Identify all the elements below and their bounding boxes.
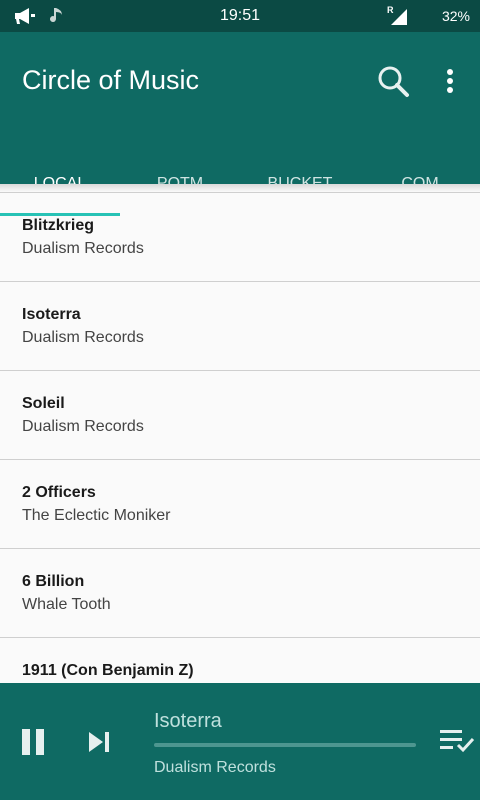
track-artist: Whale Tooth — [22, 596, 111, 613]
track-title: 2 Officers — [22, 484, 96, 501]
now-playing-bar: Isoterra Dualism Records — [0, 683, 480, 800]
track-title: Blitzkrieg — [22, 217, 95, 234]
queue-icon — [440, 730, 475, 753]
skip-next-button[interactable] — [86, 729, 112, 755]
track-artist: The Eclectic Moniker — [22, 507, 171, 524]
pause-button[interactable] — [22, 729, 46, 755]
track-title: Isoterra — [22, 306, 81, 323]
skip-next-icon — [89, 732, 109, 752]
track-row[interactable]: Soleil Dualism Records — [0, 371, 480, 460]
track-title: 6 Billion — [22, 573, 85, 590]
track-row[interactable]: 6 Billion Whale Tooth — [0, 549, 480, 638]
signal-icon — [391, 9, 407, 25]
queue-button[interactable] — [438, 727, 480, 757]
track-title: Soleil — [22, 395, 65, 412]
app-bar: Circle of Music LOCAL POTM BUCKET COM — [0, 32, 480, 216]
status-bar: 19:51 R 32% — [0, 0, 480, 32]
track-row[interactable]: Blitzkrieg Dualism Records — [0, 193, 480, 282]
search-button[interactable] — [374, 62, 414, 102]
track-list[interactable]: Blitzkrieg Dualism Records Isoterra Dual… — [0, 192, 480, 683]
battery-percent: 32% — [441, 8, 470, 24]
search-icon — [378, 66, 409, 97]
track-row[interactable]: 2 Officers The Eclectic Moniker — [0, 460, 480, 549]
track-row[interactable]: Isoterra Dualism Records — [0, 282, 480, 371]
track-artist: Dualism Records — [22, 418, 144, 435]
track-artist: Dualism Records — [22, 240, 144, 257]
now-playing-artist: Dualism Records — [154, 759, 276, 776]
more-options-button[interactable] — [438, 62, 462, 102]
app-title: Circle of Music — [22, 65, 200, 95]
pause-icon — [22, 729, 30, 755]
more-vert-icon — [447, 69, 453, 93]
track-title: 1911 (Con Benjamin Z) — [22, 662, 194, 679]
now-playing-title: Isoterra — [154, 710, 222, 732]
app-bar-shadow — [0, 184, 480, 192]
status-time: 19:51 — [219, 7, 261, 24]
playback-progress-bar[interactable] — [154, 743, 416, 747]
track-row[interactable]: 1911 (Con Benjamin Z) — [0, 638, 480, 683]
track-artist: Dualism Records — [22, 329, 144, 346]
